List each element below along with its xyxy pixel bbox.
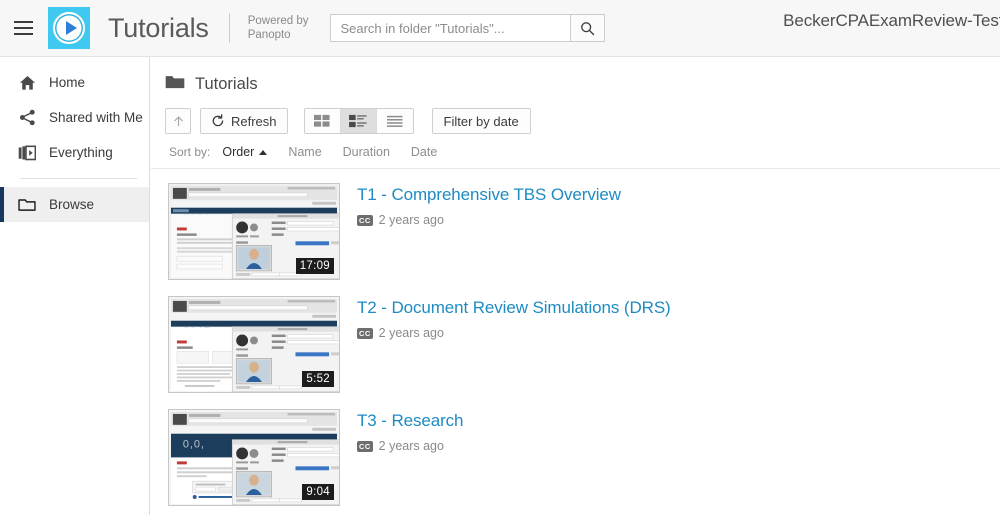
video-title-link[interactable]: T1 - Comprehensive TBS Overview	[357, 184, 621, 206]
sort-option-duration[interactable]: Duration	[343, 145, 390, 159]
powered-by-line1: Powered by	[247, 15, 309, 27]
closed-caption-badge: CC	[357, 440, 373, 452]
video-duration: 9:04	[302, 484, 334, 500]
search-button[interactable]	[570, 14, 606, 42]
content-toolbar: Refresh Filter by date	[151, 95, 1000, 134]
grid-view-button[interactable]	[304, 109, 341, 133]
sort-option-name[interactable]: Name	[288, 145, 321, 159]
compact-list-view-button[interactable]	[376, 109, 413, 133]
sidebar-item-label: Everything	[49, 145, 113, 160]
sort-option-order[interactable]: Order	[222, 145, 268, 159]
folder-header: Tutorials	[151, 57, 1000, 95]
sidebar-item-home[interactable]: Home	[0, 65, 149, 100]
sort-by-label: Sort by:	[169, 145, 211, 159]
play-triangle-icon	[65, 21, 77, 35]
video-info: T3 - Research CC 2 years ago	[340, 409, 464, 506]
video-title-link[interactable]: T3 - Research	[357, 410, 464, 432]
video-subinfo: CC 2 years ago	[357, 213, 621, 227]
sort-bar: Sort by: Order Name Duration Date	[151, 134, 1000, 169]
caret-up-icon	[259, 149, 268, 155]
sidebar-item-browse[interactable]: Browse	[0, 187, 149, 222]
search-input[interactable]	[330, 14, 571, 42]
sidebar-item-label: Shared with Me	[49, 110, 143, 125]
video-age: 2 years ago	[378, 326, 444, 340]
arrow-up-icon	[173, 115, 183, 126]
powered-by-label: Powered by Panopto	[248, 14, 309, 42]
video-subinfo: CC 2 years ago	[357, 326, 671, 340]
search-icon	[581, 21, 595, 35]
sort-option-date[interactable]: Date	[411, 145, 437, 159]
video-thumbnail[interactable]: 7000	[168, 183, 340, 280]
sidebar-navigation: Home Shared with Me Everything Browse	[0, 57, 150, 515]
app-header: Tutorials Powered by Panopto BeckerCPAEx…	[0, 0, 1000, 57]
logo-ring	[53, 12, 85, 44]
folder-title: Tutorials	[195, 75, 258, 93]
video-list: 7000	[151, 169, 1000, 515]
video-thumbnail[interactable]: 0047	[168, 296, 340, 393]
sort-option-label: Order	[222, 145, 255, 159]
refresh-label: Refresh	[231, 113, 277, 129]
list-item: 7000	[151, 183, 1000, 296]
video-info: T1 - Comprehensive TBS Overview CC 2 yea…	[340, 183, 621, 280]
share-icon	[18, 109, 36, 126]
filter-by-date-button[interactable]: Filter by date	[431, 108, 531, 134]
refresh-button[interactable]: Refresh	[200, 108, 288, 134]
sidebar-item-label: Browse	[49, 197, 95, 212]
header-divider	[228, 13, 230, 43]
closed-caption-badge: CC	[357, 214, 373, 226]
closed-caption-badge: CC	[357, 327, 373, 339]
sidebar-item-everything[interactable]: Everything	[0, 135, 149, 170]
thumbnail-list-view-icon	[349, 114, 367, 128]
site-title: Tutorials	[108, 12, 209, 43]
sidebar-item-shared-with-me[interactable]: Shared with Me	[0, 100, 149, 135]
list-item: 0,0, 9:04 T3 - Research CC 2 years ago	[151, 409, 1000, 515]
video-age: 2 years ago	[378, 439, 444, 453]
grid-view-icon	[314, 114, 330, 127]
video-title-link[interactable]: T2 - Document Review Simulations (DRS)	[357, 297, 671, 319]
panopto-play-logo-icon[interactable]	[48, 7, 90, 49]
up-folder-button[interactable]	[165, 108, 191, 134]
home-icon	[18, 75, 36, 91]
thumbnail-list-view-button[interactable]	[340, 109, 377, 133]
video-info: T2 - Document Review Simulations (DRS) C…	[340, 296, 671, 393]
svg-text:0,0,: 0,0,	[183, 439, 205, 451]
video-subinfo: CC 2 years ago	[357, 439, 463, 453]
view-mode-group	[303, 108, 414, 134]
hamburger-menu-icon[interactable]	[0, 0, 46, 57]
video-duration: 5:52	[302, 371, 334, 387]
search-box	[330, 14, 606, 42]
organization-name: BeckerCPAExamReview-Test\	[783, 11, 1000, 30]
list-item: 0047	[151, 296, 1000, 409]
video-thumbnail[interactable]: 0,0, 9:04	[168, 409, 340, 506]
folder-icon	[165, 74, 185, 95]
compact-list-view-icon	[386, 115, 403, 127]
video-stack-icon	[18, 145, 36, 161]
main-content: Tutorials Refresh Filter by date Sort by…	[151, 57, 1000, 515]
sidebar-divider	[20, 178, 137, 179]
folder-icon	[18, 197, 36, 212]
video-age: 2 years ago	[378, 213, 444, 227]
powered-by-line2: Panopto	[247, 29, 291, 41]
sidebar-item-label: Home	[49, 75, 86, 90]
refresh-icon	[212, 114, 224, 127]
video-duration: 17:09	[295, 258, 334, 274]
